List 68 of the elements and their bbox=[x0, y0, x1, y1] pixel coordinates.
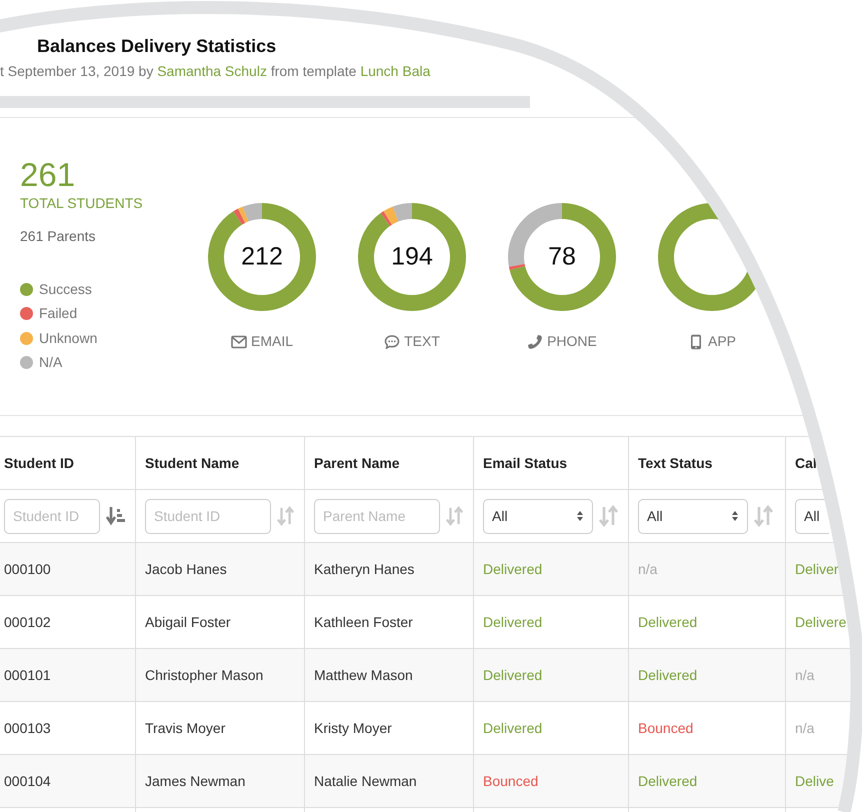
sort-icon[interactable] bbox=[599, 505, 619, 527]
column-header: Email Status bbox=[474, 437, 629, 490]
dropdown-field[interactable]: All bbox=[483, 498, 593, 534]
search-field[interactable]: Student ID bbox=[145, 498, 271, 534]
dropdown-field[interactable]: All bbox=[795, 498, 829, 534]
donut-count: 194 bbox=[391, 241, 433, 272]
status-text: Deliver bbox=[795, 560, 839, 578]
table-cell-text: Kristy Moyer bbox=[314, 718, 392, 738]
column-header: Student Name bbox=[136, 437, 305, 490]
status-text: Delivered bbox=[483, 718, 542, 738]
legend-label: Failed bbox=[39, 304, 78, 324]
table-cell-text: 000104 bbox=[4, 772, 51, 790]
donut-count: 78 bbox=[548, 241, 576, 272]
table-cell-text: James Newman bbox=[145, 772, 246, 790]
column-header: Parent Name bbox=[305, 437, 474, 490]
select-caret-icon bbox=[731, 510, 739, 522]
sort-icon[interactable] bbox=[277, 505, 295, 527]
dropdown-field[interactable]: All bbox=[638, 498, 748, 534]
channel-label: TEXT bbox=[404, 332, 440, 351]
status-text: n/a bbox=[795, 718, 814, 738]
table-cell-text: Matthew Mason bbox=[314, 666, 413, 684]
donut-count: 212 bbox=[241, 241, 283, 272]
table-cell-text: Christopher Mason bbox=[145, 666, 264, 685]
status-text: Delivered bbox=[483, 666, 542, 684]
status-text: Delivered bbox=[638, 612, 698, 632]
report-title: Balances Delivery Statistics bbox=[37, 35, 278, 57]
status-text: n/a bbox=[795, 666, 814, 684]
sort-icon[interactable] bbox=[754, 505, 774, 527]
table-cell-text: Katheryn Hanes bbox=[314, 560, 414, 579]
status-text: Delivered bbox=[483, 612, 542, 632]
legend-label: N/A bbox=[39, 353, 62, 372]
byline-text: t September 13, 2019 by bbox=[0, 63, 154, 79]
status-text: Delivered bbox=[638, 772, 698, 790]
channel-label: PHONE bbox=[547, 332, 597, 351]
status-text: Bounced bbox=[638, 718, 694, 738]
channel-label: APP bbox=[708, 332, 736, 351]
search-field[interactable]: Student ID bbox=[4, 498, 100, 534]
status-text: Delivere bbox=[795, 612, 846, 632]
total-label: TOTAL STUDENTS bbox=[20, 194, 144, 213]
status-text: Delivered bbox=[483, 560, 542, 578]
column-header: Student ID bbox=[0, 437, 136, 490]
table-cell-text: 000100 bbox=[4, 560, 51, 578]
legend-label: Success bbox=[39, 280, 92, 299]
table-cell-text: 000103 bbox=[4, 718, 51, 738]
table-cell-text: Abigail Foster bbox=[145, 612, 231, 632]
table-cell-text: Natalie Newman bbox=[314, 772, 417, 790]
envelope-icon bbox=[230, 334, 247, 350]
table-cell-text: Travis Moyer bbox=[145, 718, 226, 738]
sort-descending-icon[interactable] bbox=[106, 505, 126, 527]
table-cell-text: 000102 bbox=[4, 612, 51, 632]
table-cell-text: 000101 bbox=[4, 666, 51, 684]
column-header: Text Status bbox=[629, 437, 786, 490]
select-caret-icon bbox=[576, 510, 584, 522]
total-count: 261 bbox=[20, 157, 76, 193]
table-cell-text: Kathleen Foster bbox=[314, 612, 413, 632]
table-cell-text: Jacob Hanes bbox=[145, 560, 227, 578]
legend-label: Unknown bbox=[39, 328, 98, 348]
byline-text: from template bbox=[270, 63, 356, 79]
search-field[interactable]: Parent Name bbox=[314, 498, 440, 534]
status-text: n/a bbox=[638, 560, 658, 578]
status-text: Delivered bbox=[638, 666, 698, 684]
parents-count: 261 Parents bbox=[20, 227, 96, 246]
phone-handset-icon bbox=[527, 334, 544, 350]
status-text: Bounced bbox=[483, 772, 538, 790]
speech-bubble-icon bbox=[384, 334, 400, 350]
channel-label: EMAIL bbox=[250, 332, 293, 351]
status-text: Delive bbox=[795, 772, 834, 790]
sort-icon[interactable] bbox=[446, 505, 464, 527]
